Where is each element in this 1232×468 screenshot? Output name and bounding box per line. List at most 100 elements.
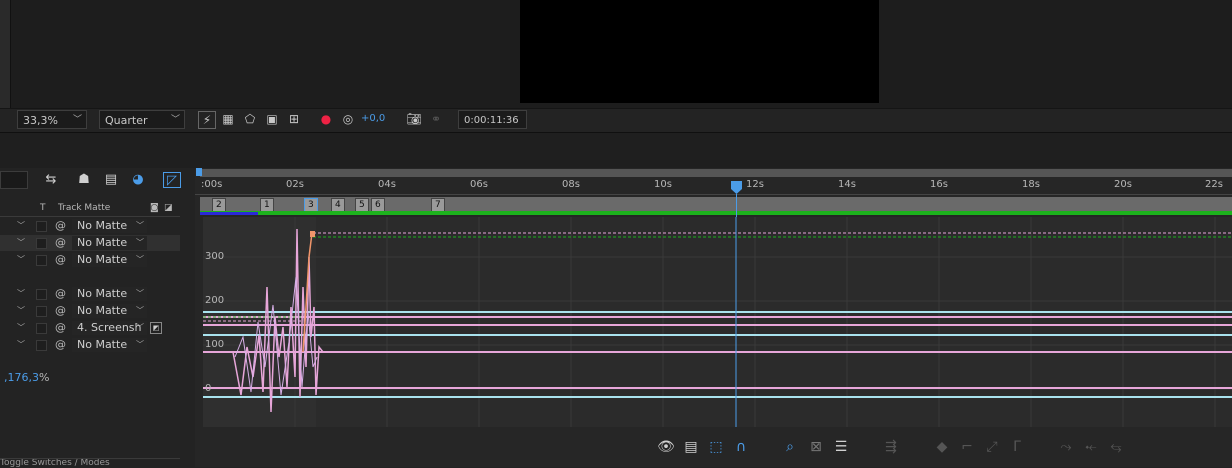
spiral-icon[interactable]: @ [55, 235, 66, 251]
matte-mode-icon: ◙ [150, 203, 159, 213]
layer-row[interactable]: ﹀ @ No Matte ﹀ [0, 286, 180, 302]
fast-preview-icon[interactable]: ⚡ [198, 111, 216, 129]
chevron-down-icon[interactable]: ﹀ [17, 235, 27, 251]
composition-marker[interactable]: 4 [331, 198, 345, 212]
layer-row[interactable]: ﹀ @ No Matte ﹀ [0, 337, 180, 353]
cache-bar [200, 212, 258, 215]
fit-all-icon[interactable]: ⊠ [806, 437, 826, 457]
track-matte-value: No Matte [77, 304, 128, 317]
spiral-icon[interactable]: @ [55, 320, 66, 336]
composition-marker[interactable]: 5 [355, 198, 369, 212]
composition-marker[interactable]: 6 [371, 198, 385, 212]
exposure-value[interactable]: +0,0 [361, 113, 385, 124]
time-ruler-label: 10s [654, 179, 672, 190]
layer-row[interactable]: ﹀ @ No Matte ﹀ [0, 218, 180, 234]
composition-marker[interactable]: 7 [431, 198, 445, 212]
time-ruler-label: 04s [378, 179, 396, 190]
guides-icon[interactable]: ⊞ [286, 111, 302, 127]
toggle-box[interactable] [36, 255, 47, 266]
graph-options-icon[interactable]: ▤ [681, 437, 701, 457]
time-ruler-label: 22s [1205, 179, 1223, 190]
property-value-readout[interactable]: ,176,3% [4, 371, 49, 384]
chevron-down-icon[interactable]: ﹀ [17, 320, 27, 336]
work-area-start-handle[interactable] [196, 168, 202, 176]
chevron-down-icon[interactable]: ﹀ [17, 218, 27, 234]
chevron-down-icon[interactable]: ﹀ [17, 303, 27, 319]
track-matte-dropdown[interactable]: No Matte ﹀ [72, 338, 147, 352]
edit-keyframe-icon[interactable]: ⇶ [881, 437, 901, 457]
region-of-interest-icon[interactable]: ▣ [264, 111, 280, 127]
toggle-box[interactable] [36, 289, 47, 300]
layer-search-input[interactable] [0, 171, 28, 189]
track-matte-dropdown[interactable]: No Matte ﹀ [72, 236, 147, 250]
property-value[interactable]: ,176,3 [4, 371, 39, 384]
graph-editor[interactable] [203, 217, 1232, 427]
composition-marker[interactable]: 1 [260, 198, 274, 212]
time-ruler-label: 20s [1114, 179, 1132, 190]
spiral-icon[interactable]: @ [55, 303, 66, 319]
toggle-box[interactable] [36, 323, 47, 334]
spiral-icon[interactable]: @ [55, 286, 66, 302]
auto-bezier-icon[interactable]: ⤢ [982, 437, 1002, 457]
zoom-value: 33,3% [23, 114, 58, 127]
show-snapshot-icon[interactable]: ⚭ [428, 111, 444, 127]
frame-blending-icon[interactable]: ▤ [102, 172, 120, 188]
snap-icon[interactable]: ∩ [731, 437, 751, 457]
graph-curves[interactable] [203, 217, 1232, 427]
show-properties-icon[interactable]: 👁︎ [656, 437, 676, 457]
spiral-icon[interactable]: @ [55, 218, 66, 234]
chevron-down-icon: ﹀ [136, 340, 144, 349]
toggle-box[interactable] [36, 221, 47, 232]
composition-flowchart-icon[interactable]: ⇆ [42, 172, 60, 188]
track-matte-dropdown[interactable]: No Matte ﹀ [72, 219, 147, 233]
mask-visibility-icon[interactable]: ⬠ [242, 111, 258, 127]
easy-ease-out-icon[interactable]: ⤝ [1081, 437, 1101, 457]
layer-row[interactable]: ﹀ @ No Matte ﹀ [0, 252, 180, 268]
composition-marker[interactable]: 2 [212, 198, 226, 212]
track-matte-dropdown[interactable]: 4. Screensh ﹀ [72, 321, 147, 335]
spiral-icon[interactable]: @ [55, 252, 66, 268]
ease-both-icon[interactable]: ⥃ [1106, 437, 1126, 457]
transparency-grid-icon[interactable]: ▦ [220, 111, 236, 127]
graph-editor-icon[interactable]: ◸ [163, 172, 181, 188]
easy-ease-in-icon[interactable]: ⤳ [1056, 437, 1076, 457]
layer-duration-bar[interactable] [200, 211, 1232, 215]
motion-blur-icon[interactable]: ◕ [129, 172, 147, 188]
chevron-down-icon[interactable]: ﹀ [17, 286, 27, 302]
easy-ease-icon[interactable]: Γ [1007, 437, 1027, 457]
playhead-handle[interactable] [731, 181, 742, 194]
track-matte-dropdown[interactable]: No Matte ﹀ [72, 253, 147, 267]
separate-dimensions-icon[interactable]: ☰ [831, 437, 851, 457]
linear-keyframe-icon[interactable]: ⌐ [957, 437, 977, 457]
hold-keyframe-icon[interactable]: ◆ [932, 437, 952, 457]
track-matte-dropdown[interactable]: No Matte ﹀ [72, 287, 147, 301]
shy-layers-icon[interactable]: ☗ [75, 172, 93, 188]
transform-box-icon[interactable]: ⬚ [706, 437, 726, 457]
toggle-box[interactable] [36, 238, 47, 249]
time-ruler[interactable] [195, 194, 1232, 195]
track-matte-value: No Matte [77, 236, 128, 249]
composition-frame[interactable] [520, 0, 879, 103]
color-management-icon[interactable]: ◎ [340, 111, 356, 127]
column-header: T Track Matte ◙ ◪ [0, 200, 180, 217]
zoom-dropdown[interactable]: 33,3% ﹀ [17, 110, 87, 129]
invert-matte-toggle-icon[interactable]: ◩ [150, 322, 162, 334]
resolution-dropdown[interactable]: Quarter ﹀ [99, 110, 185, 129]
toggle-box[interactable] [36, 306, 47, 317]
spiral-icon[interactable]: @ [55, 337, 66, 353]
track-matte-dropdown[interactable]: No Matte ﹀ [72, 304, 147, 318]
layer-row[interactable]: ﹀ @ 4. Screensh ﹀ ◩ [0, 320, 180, 336]
work-area-bar[interactable] [200, 169, 1232, 177]
layer-row[interactable]: ﹀ @ No Matte ﹀ [0, 303, 180, 319]
chevron-down-icon: ﹀ [136, 221, 144, 230]
snapshot-icon[interactable]: 📷︎ [406, 111, 422, 127]
toggle-box[interactable] [36, 340, 47, 351]
chevron-down-icon[interactable]: ﹀ [17, 252, 27, 268]
layer-row[interactable]: ﹀ @ No Matte ﹀ [0, 235, 180, 251]
chevron-down-icon[interactable]: ﹀ [17, 337, 27, 353]
composition-marker[interactable]: 3 [304, 198, 318, 212]
channel-icon[interactable]: ● [318, 111, 334, 127]
current-time-display[interactable]: 0:00:11:36 [458, 110, 527, 129]
fit-selection-icon[interactable]: ⌕ [780, 437, 800, 457]
track-matte-value: No Matte [77, 253, 128, 266]
